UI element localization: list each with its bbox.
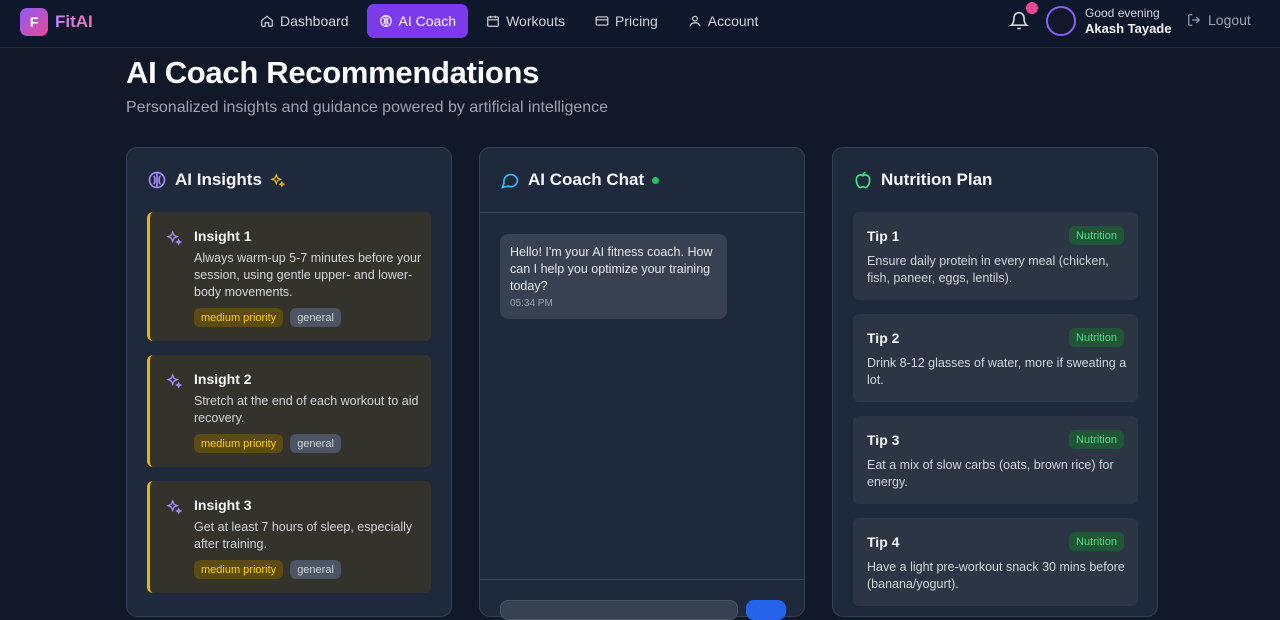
tip-title: Tip 4 bbox=[867, 534, 900, 550]
nutrition-badge: Nutrition bbox=[1069, 328, 1124, 347]
card-title: Nutrition Plan bbox=[881, 170, 993, 189]
insight-title: Insight 2 bbox=[194, 371, 252, 387]
nav-label: Account bbox=[707, 13, 759, 29]
sparkles-icon bbox=[270, 172, 285, 188]
nav-label: AI Coach bbox=[398, 13, 457, 29]
tip-text: Have a light pre-workout snack 30 mins b… bbox=[867, 560, 1125, 591]
nutrition-badge: Nutrition bbox=[1069, 226, 1124, 245]
tip-text: Ensure daily protein in every meal (chic… bbox=[867, 254, 1109, 285]
category-badge: general bbox=[290, 560, 341, 579]
insight-tags: medium priority general bbox=[194, 434, 341, 453]
priority-badge: medium priority bbox=[194, 560, 284, 579]
insight-card[interactable]: Insight 3 Get at least 7 hours of sleep,… bbox=[147, 481, 431, 593]
page-subtitle: Personalized insights and guidance power… bbox=[126, 99, 609, 116]
brain-icon bbox=[379, 15, 392, 27]
priority-badge: medium priority bbox=[194, 308, 284, 327]
online-status-dot bbox=[652, 176, 660, 184]
card-title: AI Insights bbox=[175, 170, 262, 189]
send-button[interactable] bbox=[746, 600, 786, 620]
app-name: FitAI bbox=[55, 12, 93, 31]
logo-icon: F bbox=[20, 8, 48, 36]
tip-title: Tip 1 bbox=[867, 228, 900, 244]
logout-label: Logout bbox=[1208, 12, 1251, 28]
card-header: Nutrition Plan bbox=[853, 170, 992, 190]
card-header: AI Coach Chat bbox=[500, 170, 660, 190]
ai-insights-card: AI Insights Insight 1 Always warm-up 5-7… bbox=[126, 147, 452, 617]
chat-input[interactable] bbox=[500, 600, 738, 620]
card-title: AI Coach Chat bbox=[528, 170, 645, 189]
calendar-icon bbox=[487, 15, 499, 27]
sparkles-icon bbox=[166, 373, 182, 389]
nutrition-tip[interactable]: Tip 4 Nutrition Have a light pre-workout… bbox=[853, 518, 1138, 606]
chat-bubble-icon bbox=[501, 173, 519, 189]
divider bbox=[480, 579, 804, 580]
top-navigation-bar: F FitAI Dashboard AI Coach Workouts Pric… bbox=[0, 0, 1280, 48]
user-name: Akash Tayade bbox=[1085, 21, 1172, 36]
nav-item-ai-coach[interactable]: AI Coach bbox=[366, 4, 469, 38]
credit-card-icon bbox=[595, 16, 609, 26]
nutrition-tip[interactable]: Tip 2 Nutrition Drink 8-12 glasses of wa… bbox=[853, 314, 1138, 402]
avatar[interactable] bbox=[1046, 6, 1076, 36]
divider bbox=[480, 212, 804, 213]
category-badge: general bbox=[290, 434, 341, 453]
user-icon bbox=[689, 15, 701, 27]
nutrition-tip[interactable]: Tip 1 Nutrition Ensure daily protein in … bbox=[853, 212, 1138, 300]
chat-message: Hello! I'm your AI fitness coach. How ca… bbox=[500, 234, 727, 319]
sparkles-icon bbox=[166, 230, 182, 246]
priority-badge: medium priority bbox=[194, 434, 284, 453]
home-icon bbox=[261, 15, 273, 27]
logout-button[interactable]: Logout bbox=[1187, 12, 1251, 28]
message-text: Hello! I'm your AI fitness coach. How ca… bbox=[510, 245, 713, 293]
user-greeting: Good evening Akash Tayade bbox=[1085, 5, 1171, 37]
nav-item-account[interactable]: Account bbox=[676, 4, 771, 38]
nav-label: Dashboard bbox=[280, 13, 349, 29]
app-logo[interactable]: F FitAI bbox=[20, 8, 93, 36]
nutrition-plan-card: Nutrition Plan Tip 1 Nutrition Ensure da… bbox=[832, 147, 1158, 617]
card-header: AI Insights bbox=[147, 170, 285, 190]
insight-text: Get at least 7 hours of sleep, especiall… bbox=[194, 520, 413, 551]
insight-text: Stretch at the end of each workout to ai… bbox=[194, 394, 419, 425]
logout-icon bbox=[1188, 14, 1201, 26]
sparkles-icon bbox=[166, 499, 182, 515]
brain-icon bbox=[148, 171, 166, 189]
ai-coach-chat-card: AI Coach Chat Hello! I'm your AI fitness… bbox=[479, 147, 805, 620]
insight-card[interactable]: Insight 2 Stretch at the end of each wor… bbox=[147, 355, 431, 467]
insight-tags: medium priority general bbox=[194, 308, 341, 327]
message-time: 05:34 PM bbox=[510, 298, 553, 309]
nav-item-workouts[interactable]: Workouts bbox=[474, 4, 577, 38]
insight-text: Always warm-up 5-7 minutes before your s… bbox=[194, 251, 422, 299]
insight-tags: medium priority general bbox=[194, 560, 341, 579]
tip-title: Tip 2 bbox=[867, 330, 900, 346]
tip-text: Drink 8-12 glasses of water, more if swe… bbox=[867, 356, 1127, 387]
notification-dot bbox=[1026, 2, 1038, 14]
tip-title: Tip 3 bbox=[867, 432, 900, 448]
nav-label: Workouts bbox=[506, 13, 565, 29]
nav-label: Pricing bbox=[614, 13, 658, 29]
apple-icon bbox=[855, 171, 871, 189]
category-badge: general bbox=[290, 308, 341, 327]
page-title: AI Coach Recommendations bbox=[126, 55, 540, 90]
insight-title: Insight 1 bbox=[194, 228, 252, 244]
nav-item-dashboard[interactable]: Dashboard bbox=[248, 4, 361, 38]
nutrition-badge: Nutrition bbox=[1069, 430, 1124, 449]
insight-title: Insight 3 bbox=[194, 497, 252, 513]
greeting-text: Good evening bbox=[1085, 6, 1160, 20]
main-nav: Dashboard AI Coach Workouts Pricing Acco… bbox=[248, 4, 770, 38]
nav-item-pricing[interactable]: Pricing bbox=[583, 4, 670, 38]
insight-card[interactable]: Insight 1 Always warm-up 5-7 minutes bef… bbox=[147, 212, 431, 341]
bell-icon[interactable] bbox=[1009, 11, 1029, 31]
nutrition-badge: Nutrition bbox=[1069, 532, 1124, 551]
tip-text: Eat a mix of slow carbs (oats, brown ric… bbox=[867, 458, 1114, 489]
nutrition-tip[interactable]: Tip 3 Nutrition Eat a mix of slow carbs … bbox=[853, 416, 1138, 504]
